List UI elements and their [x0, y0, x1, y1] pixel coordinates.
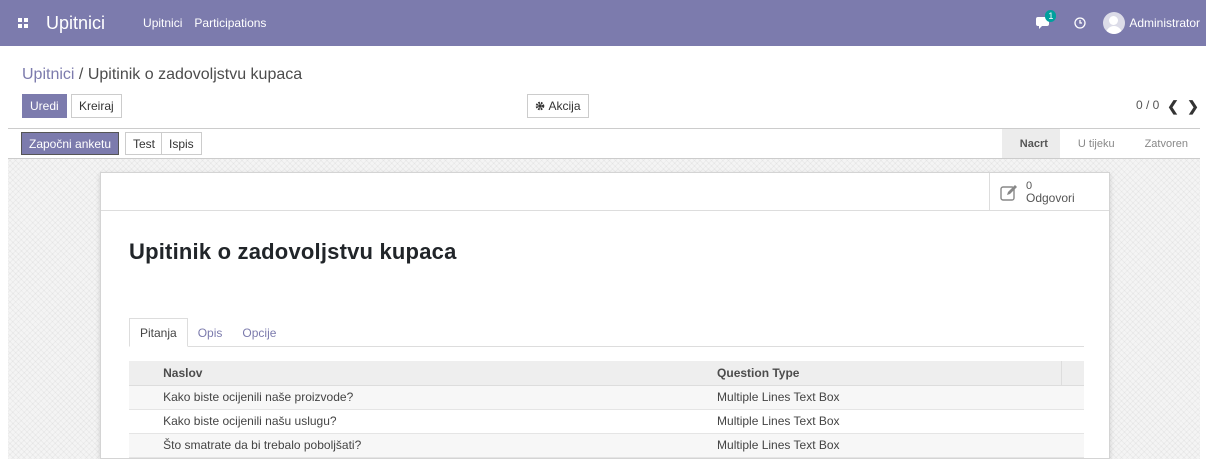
main-menu: Upitnici Participations [143, 16, 266, 30]
question-type-cell[interactable]: Multiple Lines Text Box [709, 409, 1062, 434]
breadcrumb-current: Upitinik o zadovoljstvu kupaca [87, 66, 303, 83]
action-dropdown[interactable]: Akcija [527, 94, 589, 118]
tab-questions[interactable]: Pitanja [129, 318, 188, 347]
menu-item-upitnici[interactable]: Upitnici [143, 16, 182, 30]
pager-previous-button[interactable]: ❮ [1162, 94, 1184, 118]
status-step-draft[interactable]: Nacrt [1001, 129, 1060, 158]
row-spacer [1061, 433, 1084, 458]
breadcrumb-parent-link[interactable]: Upitnici [22, 66, 74, 83]
clock-icon [1074, 17, 1086, 29]
start-survey-button[interactable]: Započni anketu [21, 132, 120, 155]
menu-item-participations[interactable]: Participations [194, 16, 266, 30]
create-button[interactable]: Kreiraj [71, 94, 122, 118]
top-navbar: Upitnici Upitnici Participations 1 Admin… [0, 0, 1206, 46]
chevron-left-icon: ❮ [1167, 97, 1179, 114]
question-title-cell[interactable]: Kako biste ocijenili našu uslugu? [153, 409, 710, 434]
row-spacer [1061, 409, 1084, 434]
pager-next-button[interactable]: ❯ [1182, 94, 1204, 118]
pager-value[interactable]: 0 / 0 [1136, 98, 1159, 112]
smart-button-box: 0 Odgovori [101, 173, 1109, 211]
question-type-cell[interactable]: Multiple Lines Text Box [709, 385, 1062, 410]
chevron-right-icon: ❯ [1187, 97, 1199, 114]
answers-smart-button[interactable]: 0 Odgovori [989, 173, 1109, 211]
form-sheet: 0 Odgovori Upitinik o zadovoljstvu kupac… [100, 172, 1110, 459]
survey-title: Upitinik o zadovoljstvu kupaca [129, 239, 457, 264]
question-title-cell[interactable]: Kako biste ocijenili naše proizvode? [153, 385, 710, 410]
print-survey-button[interactable]: Ispis [161, 132, 202, 155]
notebook-tabs: Pitanja Opis Opcije [129, 318, 1084, 347]
app-name[interactable]: Upitnici [46, 13, 105, 34]
questions-table: Naslov Question Type Kako biste ocijenil… [129, 361, 1084, 458]
answers-label: Odgovori [1026, 191, 1075, 205]
edit-button[interactable]: Uredi [22, 94, 67, 118]
statusbar: Započni anketu Test Ispis Nacrt U tijeku… [8, 128, 1200, 159]
messaging-button[interactable]: 1 [1029, 0, 1059, 46]
gear-icon [536, 101, 545, 111]
handle-column-header [129, 361, 154, 386]
breadcrumb: Upitnici / Upitinik o zadovoljstvu kupac… [22, 66, 302, 84]
action-label: Akcija [548, 99, 581, 113]
breadcrumb-separator: / [74, 66, 88, 83]
user-avatar[interactable] [1103, 12, 1126, 34]
column-header-optional [1061, 361, 1084, 386]
user-menu[interactable]: Administrator [1129, 16, 1200, 30]
row-spacer [1061, 385, 1084, 410]
table-row[interactable]: Što smatrate da bi trebalo poboljšati? M… [129, 433, 1084, 458]
tab-description[interactable]: Opis [188, 318, 233, 347]
activity-button[interactable] [1065, 0, 1095, 46]
table-header-row: Naslov Question Type [129, 361, 1084, 386]
apps-menu-icon[interactable] [0, 0, 46, 46]
question-title-cell[interactable]: Što smatrate da bi trebalo poboljšati? [153, 433, 710, 458]
row-handle [129, 433, 154, 458]
table-row[interactable]: Kako biste ocijenili naše proizvode? Mul… [129, 385, 1084, 410]
column-header-title[interactable]: Naslov [153, 361, 710, 386]
chat-badge: 1 [1045, 10, 1057, 22]
table-row[interactable]: Kako biste ocijenili našu uslugu? Multip… [129, 409, 1084, 434]
status-steps: Nacrt U tijeku Zatvoren [1001, 129, 1200, 158]
tab-options[interactable]: Opcije [232, 318, 286, 347]
navbar-systray: 1 Administrator [1029, 0, 1206, 46]
question-type-cell[interactable]: Multiple Lines Text Box [709, 433, 1062, 458]
edit-icon [1000, 184, 1017, 201]
status-step-in-progress[interactable]: U tijeku [1060, 129, 1127, 158]
status-step-closed[interactable]: Zatvoren [1127, 129, 1200, 158]
test-survey-button[interactable]: Test [125, 132, 164, 155]
column-header-question-type[interactable]: Question Type [709, 361, 1062, 386]
row-handle [129, 385, 154, 410]
row-handle [129, 409, 154, 434]
